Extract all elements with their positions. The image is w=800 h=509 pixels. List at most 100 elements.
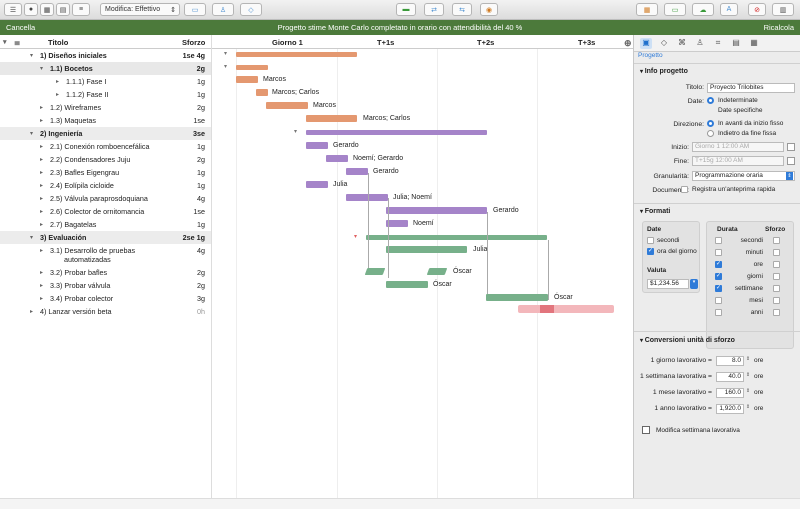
expand-icon[interactable]: ▸ <box>40 221 43 228</box>
row-effort[interactable]: 0h <box>197 307 205 316</box>
currency-dropdown-icon[interactable]: ▾ <box>690 279 698 289</box>
row-title[interactable]: 2.4) Eolípila cicloide <box>50 181 114 190</box>
group-toggle-icon[interactable]: ▾ <box>224 63 227 70</box>
outline-row[interactable]: ▾ 2) Ingeniería 3se <box>0 127 211 140</box>
backward-radio[interactable] <box>707 130 714 137</box>
outline-row[interactable]: ▾ 1) Diseños iniciales 1se 4g <box>0 49 211 62</box>
gantt-bar-3-2b[interactable] <box>426 268 448 275</box>
add-task-button[interactable]: ▭ <box>184 3 206 16</box>
outline-row[interactable]: ▸ 3.1) Desarrollo de pruebas automatizadas… <box>0 244 211 266</box>
expand-icon[interactable]: ▸ <box>40 269 43 276</box>
start-field[interactable]: Giorno 1 12:00 AM <box>692 142 784 152</box>
expand-icon[interactable]: ▸ <box>40 156 43 163</box>
stepper-icon[interactable]: ⇕ <box>745 372 751 381</box>
row-title[interactable]: 3.1) Desarrollo de pruebas automatizadas <box>50 246 135 264</box>
outline-row[interactable]: ▾ 3) Evaluación 2se 1g <box>0 231 211 244</box>
expand-icon[interactable]: ▸ <box>40 169 43 176</box>
collapse-all-icon[interactable]: ▾ <box>3 38 7 46</box>
baseline-button[interactable]: ▭ <box>664 3 686 16</box>
stop-button[interactable]: ⊘ <box>748 3 766 16</box>
quicklook-checkbox[interactable] <box>681 186 688 193</box>
publish-button[interactable]: ☁ <box>692 3 714 16</box>
outline-row[interactable]: ▸ 2.7) Bagatelas 1g <box>0 218 211 231</box>
row-effort[interactable]: 2g <box>197 103 205 112</box>
structure-tab-icon[interactable]: ⌘ <box>676 38 688 49</box>
outline-row[interactable]: ▸ 2.2) Condensadores Juju 2g <box>0 153 211 166</box>
row-title[interactable]: 1.3) Maquetas <box>50 116 96 125</box>
hierarchy-tab-icon[interactable]: ⌗ <box>712 38 724 49</box>
row-effort[interactable]: 1g <box>197 142 205 151</box>
group-toggle-icon[interactable]: ▾ <box>294 128 297 135</box>
gantt-bar-1[interactable] <box>236 52 357 57</box>
row-title[interactable]: 1.2) Wireframes <box>50 103 101 112</box>
gantt-bar-2-2[interactable] <box>326 155 348 162</box>
outline-row[interactable]: ▸ 2.4) Eolípila cicloide 1g <box>0 179 211 192</box>
row-effort[interactable]: 4g <box>197 194 205 203</box>
effort-unit-checkbox[interactable] <box>773 309 780 316</box>
gantt-bar-1-2[interactable] <box>266 102 308 109</box>
fonts-button[interactable]: A <box>720 3 738 16</box>
row-title[interactable]: 1.1.2) Fase II <box>66 90 108 99</box>
edit-work-week-button[interactable]: Modifica settimana lavorativa <box>656 427 740 434</box>
row-title[interactable]: 3.2) Probar bafles <box>50 268 107 277</box>
add-milestone-button[interactable]: ◇ <box>240 3 262 16</box>
zoom-icon[interactable]: ⊕ <box>624 38 632 49</box>
gantt-bar-2-6[interactable] <box>386 207 487 214</box>
formats-section-title[interactable]: ▾ Formati <box>640 208 670 215</box>
effort-unit-checkbox[interactable] <box>773 249 780 256</box>
row-effort[interactable]: 2se 1g <box>183 233 205 242</box>
gantt-bar-2-5[interactable] <box>346 194 388 201</box>
collapse-icon[interactable]: ▾ <box>30 130 33 137</box>
column-title[interactable]: Titolo <box>48 38 68 47</box>
title-field[interactable]: Proyecto Trilobites <box>707 83 795 93</box>
duration-unit-checkbox[interactable] <box>715 260 722 268</box>
conversion-field[interactable]: 160.0 <box>716 388 744 398</box>
expand-icon[interactable]: ▸ <box>40 195 43 202</box>
row-title[interactable]: 2.1) Conexión romboencefálica <box>50 142 150 151</box>
gantt-view-button[interactable]: ▦ <box>636 3 658 16</box>
gantt-bar-2-7[interactable] <box>386 220 408 227</box>
outline-row[interactable]: ▸ 1.3) Maquetas 1se <box>0 114 211 127</box>
row-title[interactable]: 2) Ingeniería <box>40 129 82 138</box>
resource-view-button[interactable]: ● <box>24 3 38 16</box>
calendar-icon[interactable] <box>787 157 795 165</box>
outline-row[interactable]: ▸ 2.6) Colector de ornitomancia 1se <box>0 205 211 218</box>
row-effort[interactable]: 1g <box>197 77 205 86</box>
effort-unit-checkbox[interactable] <box>773 237 780 244</box>
duration-unit-checkbox[interactable] <box>715 237 722 244</box>
row-effort[interactable]: 1se 4g <box>183 51 205 60</box>
row-effort[interactable]: 1se <box>193 207 205 216</box>
table-tab-icon[interactable]: ▤ <box>730 38 742 49</box>
resource-tab-icon[interactable]: ♙ <box>694 38 706 49</box>
duration-unit-checkbox[interactable] <box>715 284 722 292</box>
conversion-field[interactable]: 40.0 <box>716 372 744 382</box>
conversion-field[interactable]: 1,920.0 <box>716 404 744 414</box>
styles-view-button[interactable]: ≡ <box>72 3 90 16</box>
gantt-bar-1-1-2[interactable] <box>256 89 268 96</box>
row-title[interactable]: 3.3) Probar válvula <box>50 281 110 290</box>
outline-row[interactable]: ▸ 2.1) Conexión romboencefálica 1g <box>0 140 211 153</box>
connect-button[interactable]: ⇄ <box>424 3 444 16</box>
outline-row[interactable]: ▾ 1.1) Bocetos 2g <box>0 62 211 75</box>
row-effort[interactable]: 1g <box>197 168 205 177</box>
add-resource-button[interactable]: ♙ <box>212 3 234 16</box>
row-title[interactable]: 3) Evaluación <box>40 233 86 242</box>
expand-icon[interactable]: ▸ <box>40 104 43 111</box>
gantt-bar-3[interactable] <box>366 235 547 240</box>
inspector-toggle-button[interactable]: ▥ <box>772 3 794 16</box>
project-tab-icon[interactable]: ▣ <box>640 38 652 49</box>
recalculate-button[interactable]: Ricalcola <box>764 23 794 32</box>
calendar-view-button[interactable]: ▤ <box>56 3 70 16</box>
row-title[interactable]: 2.7) Bagatelas <box>50 220 96 229</box>
row-title[interactable]: 3.4) Probar colector <box>50 294 113 303</box>
expand-icon[interactable]: ▸ <box>40 117 43 124</box>
row-effort[interactable]: 2g <box>197 64 205 73</box>
group-toggle-icon[interactable]: ▾ <box>224 50 227 57</box>
release-marker[interactable] <box>540 305 554 313</box>
expand-icon[interactable]: ▸ <box>40 282 43 289</box>
info-section-title[interactable]: ▾ Info progetto <box>640 68 688 75</box>
gantt-bar-3-3[interactable] <box>386 281 428 288</box>
expand-icon[interactable]: ▸ <box>40 182 43 189</box>
outline-view-button[interactable]: ☰ <box>4 3 22 16</box>
group-toggle-icon[interactable]: ▾ <box>354 233 357 240</box>
